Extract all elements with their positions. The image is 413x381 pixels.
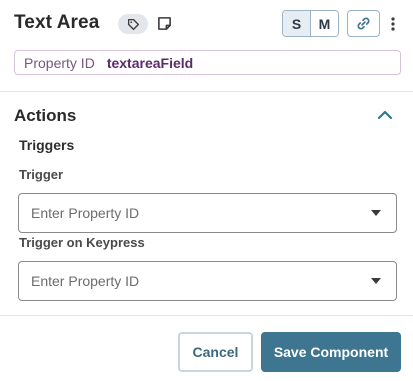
trigger-on-keypress-select[interactable]: Enter Property ID <box>18 261 397 301</box>
size-toggle: S M <box>282 10 339 37</box>
cancel-button[interactable]: Cancel <box>178 332 253 372</box>
tag-button[interactable] <box>118 14 148 34</box>
note-icon <box>157 16 171 30</box>
component-title: Text Area <box>14 12 100 33</box>
property-id-field[interactable]: Property ID textareaField <box>14 50 401 75</box>
link-icon <box>357 17 370 30</box>
actions-section-title: Actions <box>14 106 77 125</box>
trigger-on-keypress-label: Trigger on Keypress <box>19 235 145 250</box>
tag-icon <box>127 18 139 30</box>
footer-divider <box>0 315 413 316</box>
trigger-placeholder: Enter Property ID <box>31 205 140 221</box>
note-button[interactable] <box>155 14 173 32</box>
more-vertical-icon <box>391 16 395 31</box>
section-divider <box>0 91 413 92</box>
size-option-s[interactable]: S <box>283 11 311 36</box>
save-component-button[interactable]: Save Component <box>261 332 401 372</box>
more-options-button[interactable] <box>386 10 400 37</box>
property-id-value: textareaField <box>106 54 194 71</box>
size-option-m[interactable]: M <box>311 11 338 36</box>
trigger-on-keypress-placeholder: Enter Property ID <box>31 273 140 289</box>
trigger-select[interactable]: Enter Property ID <box>18 193 397 233</box>
link-button[interactable] <box>347 10 380 37</box>
trigger-label: Trigger <box>19 167 64 182</box>
property-id-label: Property ID <box>24 54 95 71</box>
chevron-up-icon[interactable] <box>376 108 394 122</box>
triggers-heading: Triggers <box>19 137 75 153</box>
caret-down-icon <box>371 210 381 216</box>
caret-down-icon <box>371 278 381 284</box>
component-header: Text Area S M <box>14 10 399 38</box>
